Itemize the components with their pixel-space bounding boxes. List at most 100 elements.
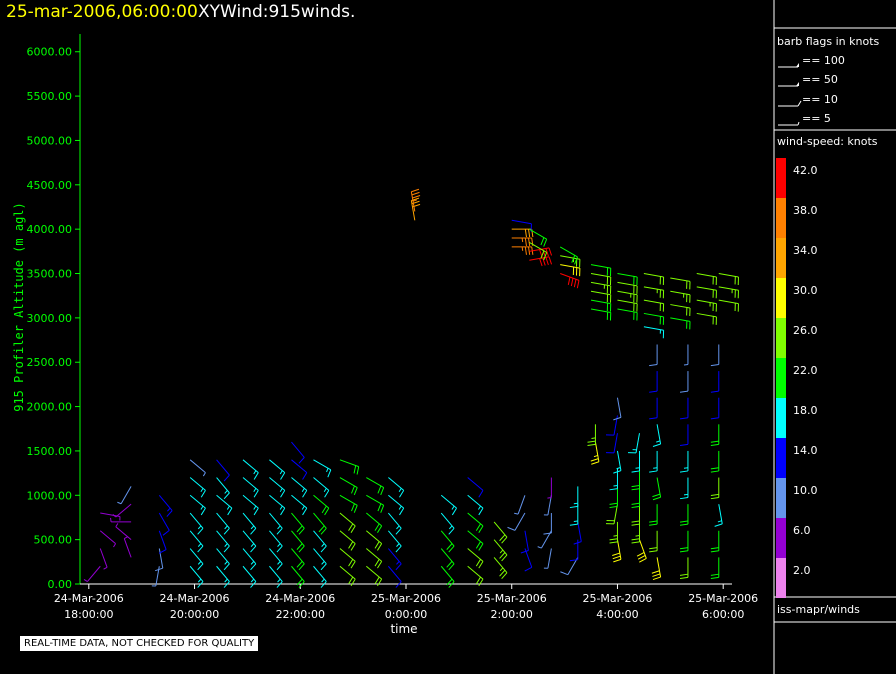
color-swatch — [776, 518, 786, 558]
wind-barb — [514, 495, 526, 515]
wind-barb — [291, 530, 305, 553]
barb-legend-100: == 100 — [802, 54, 845, 67]
wind-barb — [649, 371, 658, 393]
quality-warning: REAL-TIME DATA, NOT CHECKED FOR QUALITY — [20, 636, 259, 651]
wind-barb — [696, 273, 717, 286]
wind-barb — [440, 494, 457, 516]
wind-barb — [670, 317, 691, 330]
wind-barb — [115, 523, 132, 541]
x-tick-date: 24-Mar-2006 — [54, 592, 124, 605]
wind-barb — [609, 521, 618, 544]
color-swatch — [776, 238, 786, 278]
y-tick-label: 4000.00 — [27, 223, 73, 236]
wind-barb — [313, 494, 330, 516]
wind-barb — [652, 477, 662, 501]
wind-barb — [560, 273, 580, 289]
y-tick-label: 1500.00 — [27, 445, 73, 458]
y-tick-label: 5000.00 — [27, 134, 73, 147]
wind-barb — [649, 344, 658, 367]
wind-barb — [696, 286, 717, 299]
wind-barb — [493, 539, 508, 562]
y-tick-label: 0.00 — [48, 578, 73, 591]
color-scale-label: 42.0 — [793, 164, 818, 177]
wind-barb — [718, 286, 739, 299]
y-tick-label: 1000.00 — [27, 489, 73, 502]
wind-barb — [569, 486, 579, 509]
y-tick-label: 500.00 — [34, 534, 73, 547]
wind-barb — [158, 494, 173, 517]
wind-barb — [242, 548, 257, 571]
wind-barb — [718, 273, 739, 286]
wind-barb — [388, 494, 405, 516]
wind-barb — [291, 512, 305, 535]
wind-barb — [679, 450, 689, 473]
barb-legend-5: == 5 — [802, 112, 831, 125]
wind-barb — [467, 512, 484, 533]
wind-barb — [110, 517, 132, 523]
wind-barb — [387, 530, 402, 553]
x-tick-time: 22:00:00 — [276, 608, 325, 621]
wind-barb — [679, 504, 689, 526]
wind-barb — [366, 530, 383, 551]
wind-barb — [216, 548, 230, 571]
color-swatch — [776, 198, 786, 238]
wind-barb — [636, 539, 647, 563]
wind-barb — [242, 477, 259, 498]
wind-barb — [366, 494, 385, 513]
barb-sample-10 — [778, 100, 802, 107]
wind-barb — [643, 299, 665, 312]
wind-barb — [387, 548, 402, 571]
wind-barb — [507, 512, 526, 531]
color-swatch — [776, 478, 786, 518]
wind-barb — [440, 548, 455, 571]
wind-barb — [339, 512, 356, 533]
color-scale-label: 10.0 — [793, 484, 818, 497]
x-tick-time: 20:00:00 — [170, 608, 219, 621]
wind-barb — [679, 371, 689, 393]
wind-barb — [269, 494, 286, 516]
wind-barb — [216, 477, 230, 500]
wind-barb — [291, 477, 308, 498]
x-tick-time: 4:00:00 — [596, 608, 638, 621]
x-axis-label: time — [390, 622, 418, 636]
wind-barb — [643, 273, 665, 286]
wind-barb — [189, 477, 206, 498]
wind-barb — [366, 548, 383, 569]
wind-barb — [524, 548, 533, 572]
wind-barb — [631, 450, 640, 473]
wind-barb — [388, 477, 405, 498]
barb-legend-title: barb flags in knots — [777, 35, 880, 48]
wind-barb — [189, 530, 204, 553]
wind-barb — [679, 397, 689, 420]
wind-barb — [679, 557, 689, 580]
barb-legend-samples — [778, 63, 802, 126]
wind-barb — [387, 512, 402, 535]
wind-barb — [440, 530, 455, 553]
wind-barb — [529, 256, 553, 267]
wind-barb — [339, 477, 358, 496]
y-tick-label: 3500.00 — [27, 268, 73, 281]
wind-barb — [189, 512, 204, 535]
barb-sample-100 — [778, 63, 799, 68]
wind-barb — [649, 450, 658, 473]
wind-barb — [339, 548, 356, 569]
wind-barb — [710, 371, 720, 393]
wind-barb — [242, 494, 259, 516]
wind-barb — [543, 513, 552, 535]
wind-barb — [710, 477, 720, 500]
wind-barb — [493, 521, 508, 544]
wind-profile-plot: 0.00 500.00 1000.00 1500.00 2000.00 2500.00 30… — [27, 34, 758, 621]
wind-barb — [366, 565, 383, 587]
x-tick-date: 25-Mar-2006 — [477, 592, 547, 605]
y-tick-label: 5500.00 — [27, 90, 73, 103]
wind-barb — [467, 494, 484, 516]
x-tick-date: 24-Mar-2006 — [265, 592, 335, 605]
y-tick-label: 6000.00 — [27, 46, 73, 59]
wind-barb — [559, 246, 578, 265]
x-tick-date: 25-Mar-2006 — [688, 592, 758, 605]
y-tick-label: 3000.00 — [27, 312, 73, 325]
wind-barb — [242, 459, 259, 480]
wind-barb — [112, 503, 132, 518]
wind-barb — [366, 512, 383, 533]
x-tick-date: 25-Mar-2006 — [582, 592, 652, 605]
